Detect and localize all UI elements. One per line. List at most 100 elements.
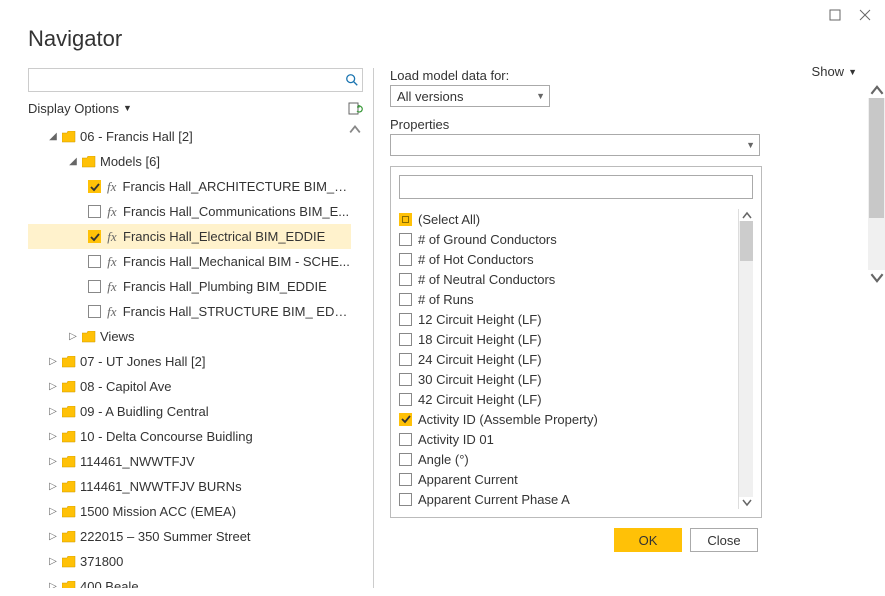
tree-label: 08 - Capitol Ave [80, 379, 172, 394]
expand-icon[interactable]: ▷ [48, 356, 58, 367]
checkbox[interactable] [88, 180, 101, 193]
tree-view: ◢ 06 - Francis Hall [2] ◢ Models [6] fxF… [28, 124, 363, 588]
search-input[interactable] [29, 69, 342, 91]
folder-icon [62, 581, 76, 589]
close-window-button[interactable] [859, 9, 871, 21]
filter-item[interactable]: 30 Circuit Height (LF) [399, 369, 753, 389]
tree-item-folder[interactable]: ▷07 - UT Jones Hall [2] [28, 349, 351, 374]
expand-icon[interactable]: ▷ [48, 556, 58, 567]
filter-item[interactable]: Activity ID (Assemble Property) [399, 409, 753, 429]
caret-down-icon: ▼ [123, 103, 132, 113]
tree-item-folder[interactable]: ▷114461_NWWTFJV [28, 449, 351, 474]
filter-item[interactable]: Activity ID 01 [399, 429, 753, 449]
tree-item-folder[interactable]: ◢ Models [6] [28, 149, 351, 174]
collapse-icon[interactable]: ◢ [68, 156, 78, 167]
filter-item[interactable]: # of Runs [399, 289, 753, 309]
tree-item-folder[interactable]: ▷222015 – 350 Summer Street [28, 524, 351, 549]
checkbox[interactable] [88, 205, 101, 218]
expand-icon[interactable]: ▷ [48, 456, 58, 467]
filter-item-select-all[interactable]: (Select All) [399, 209, 753, 229]
tree-item-folder[interactable]: ▷ 114461_NWWTFJV BURNs [28, 474, 351, 499]
filter-label: # of Hot Conductors [418, 252, 534, 267]
expand-icon[interactable]: ▷ [48, 381, 58, 392]
filter-label: # of Ground Conductors [418, 232, 557, 247]
search-icon[interactable] [342, 70, 362, 90]
tree-item-model[interactable]: fxFrancis Hall_Communications BIM_E... [28, 199, 351, 224]
tree-item-model[interactable]: fxFrancis Hall_Plumbing BIM_EDDIE [28, 274, 351, 299]
tree-item-folder[interactable]: ▷09 - A Buidling Central [28, 399, 351, 424]
tree-item-folder[interactable]: ▷ Views [28, 324, 351, 349]
checkbox[interactable] [399, 313, 412, 326]
checkbox[interactable] [399, 253, 412, 266]
checkbox[interactable] [399, 353, 412, 366]
tree-item-model[interactable]: fxFrancis Hall_Mechanical BIM - SCHE... [28, 249, 351, 274]
expand-icon[interactable]: ▷ [48, 406, 58, 417]
tree-label: 10 - Delta Concourse Buidling [80, 429, 253, 444]
checkbox[interactable] [399, 413, 412, 426]
tree-item-folder[interactable]: ▷371800 [28, 549, 351, 574]
collapse-icon[interactable]: ◢ [48, 131, 58, 142]
tree-item-model[interactable]: fxFrancis Hall_STRUCTURE BIM_ EDDIE [28, 299, 351, 324]
filter-item[interactable]: # of Neutral Conductors [399, 269, 753, 289]
fx-icon: fx [105, 179, 119, 195]
tree-item-folder[interactable]: ▷ 10 - Delta Concourse Buidling [28, 424, 351, 449]
checkbox[interactable] [399, 493, 412, 506]
expand-icon[interactable]: ▷ [68, 331, 78, 342]
checkbox[interactable] [399, 433, 412, 446]
checkbox[interactable] [399, 473, 412, 486]
folder-icon [62, 506, 76, 518]
tree-item-folder[interactable]: ▷ 1500 Mission ACC (EMEA) [28, 499, 351, 524]
tree-item-folder[interactable]: ▷ 08 - Capitol Ave [28, 374, 351, 399]
filter-item[interactable]: Angle (°) [399, 449, 753, 469]
checkbox[interactable] [88, 255, 101, 268]
filter-item[interactable]: 18 Circuit Height (LF) [399, 329, 753, 349]
filter-item[interactable]: 24 Circuit Height (LF) [399, 349, 753, 369]
folder-icon [62, 131, 76, 143]
tree-item-folder[interactable]: ◢ 06 - Francis Hall [2] [28, 124, 351, 149]
close-button[interactable]: Close [690, 528, 758, 552]
checkbox[interactable] [88, 230, 101, 243]
right-pane-scrollbar[interactable] [868, 84, 885, 284]
filter-item[interactable]: # of Ground Conductors [399, 229, 753, 249]
tree-label: Models [6] [100, 154, 160, 169]
checkbox[interactable] [399, 453, 412, 466]
expand-icon[interactable]: ▷ [48, 506, 58, 517]
tree-label: 114461_NWWTFJV BURNs [80, 479, 242, 494]
folder-icon [62, 456, 76, 468]
checkbox[interactable] [399, 233, 412, 246]
checkbox[interactable] [399, 373, 412, 386]
filter-item[interactable]: # of Hot Conductors [399, 249, 753, 269]
filter-item[interactable]: Apparent Current [399, 469, 753, 489]
show-label: Show [812, 64, 845, 79]
load-model-dropdown[interactable]: All versions ▼ [390, 85, 550, 107]
filter-scrollbar[interactable] [738, 209, 753, 509]
checkbox[interactable] [399, 393, 412, 406]
display-options-dropdown[interactable]: Display Options ▼ [28, 101, 132, 116]
tree-scrollbar[interactable] [347, 124, 363, 344]
tree-item-folder[interactable]: ▷400 Beale [28, 574, 351, 588]
maximize-button[interactable] [829, 9, 841, 21]
properties-dropdown[interactable]: ▼ [390, 134, 760, 156]
checkbox[interactable] [399, 293, 412, 306]
ok-button[interactable]: OK [614, 528, 682, 552]
filter-item[interactable]: 12 Circuit Height (LF) [399, 309, 753, 329]
checkbox[interactable] [399, 273, 412, 286]
checkbox[interactable] [399, 333, 412, 346]
checkbox-mixed[interactable] [399, 213, 412, 226]
expand-icon[interactable]: ▷ [48, 481, 58, 492]
checkbox[interactable] [88, 305, 101, 318]
refresh-icon[interactable] [347, 100, 363, 116]
folder-icon [62, 356, 76, 368]
tree-label: Views [100, 329, 134, 344]
filter-item[interactable]: 42 Circuit Height (LF) [399, 389, 753, 409]
expand-icon[interactable]: ▷ [48, 531, 58, 542]
filter-item[interactable]: Apparent Current Phase A [399, 489, 753, 509]
filter-search-input[interactable] [399, 175, 753, 199]
expand-icon[interactable]: ▷ [48, 581, 58, 588]
checkbox[interactable] [88, 280, 101, 293]
tree-item-model[interactable]: fxFrancis Hall_Electrical BIM_EDDIE [28, 224, 351, 249]
tree-label: 1500 Mission ACC (EMEA) [80, 504, 236, 519]
tree-item-model[interactable]: fxFrancis Hall_ARCHITECTURE BIM_20... [28, 174, 351, 199]
show-dropdown[interactable]: Show ▼ [812, 64, 857, 79]
expand-icon[interactable]: ▷ [48, 431, 58, 442]
